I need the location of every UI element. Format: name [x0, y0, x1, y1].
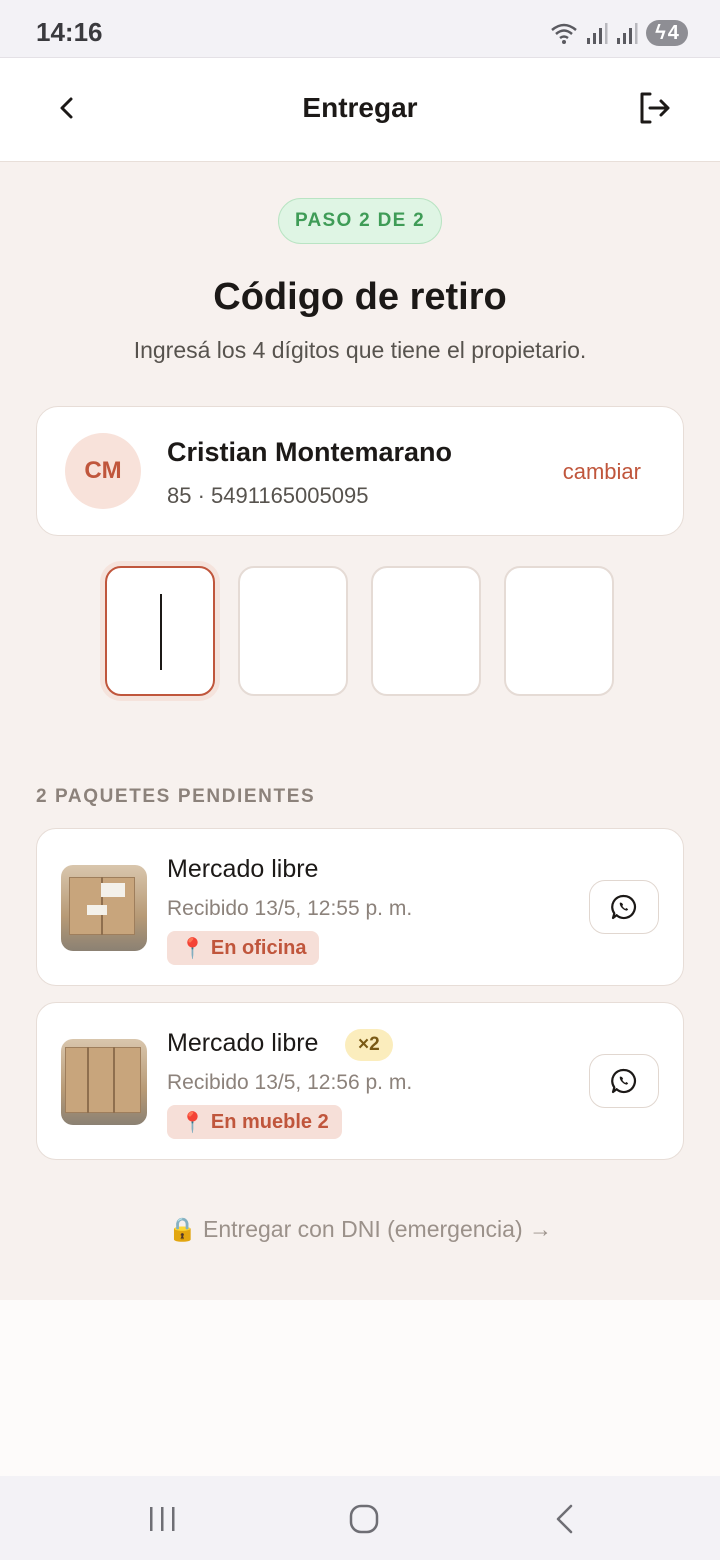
location-tag: 📍 En mueble 2 [167, 1105, 342, 1139]
whatsapp-button[interactable] [589, 1054, 659, 1108]
pin-icon: 📍 [180, 937, 205, 960]
whatsapp-icon [611, 1068, 636, 1094]
status-icons: ϟ4 [550, 20, 688, 46]
package-title: Mercado libre [167, 855, 319, 883]
avatar: CM [65, 433, 141, 509]
whatsapp-icon [611, 894, 636, 920]
recent-apps-icon[interactable] [142, 1504, 182, 1534]
packages-section-label: 2 PAQUETES PENDIENTES [36, 786, 316, 807]
status-time: 14:16 [36, 17, 103, 47]
signal-icon [617, 23, 638, 44]
owner-details: 85 · 5491165005095 [167, 483, 369, 508]
whatsapp-button[interactable] [589, 880, 659, 934]
code-digit-input-3[interactable] [371, 566, 481, 696]
logout-icon[interactable] [636, 90, 672, 126]
section-subtitle: Ingresá los 4 dígitos que tiene el propi… [133, 337, 587, 363]
back-nav-icon[interactable] [545, 1504, 585, 1534]
code-digit-input-2[interactable] [238, 566, 348, 696]
package-title: Mercado libre [167, 1029, 319, 1057]
package-received: Recibido 13/5, 12:55 p. m. [167, 897, 413, 920]
main-content: PASO 2 DE 2 Código de retiro Ingresá los… [0, 162, 720, 1300]
location-label: En oficina [210, 936, 307, 959]
dni-emergency-link[interactable]: 🔒 Entregar con DNI (emergencia) → [0, 1216, 720, 1243]
location-label: En mueble 2 [210, 1110, 329, 1133]
owner-name: Cristian Montemarano [167, 437, 453, 467]
code-digit-input-4[interactable] [504, 566, 614, 696]
package-card[interactable]: Mercado libre Recibido 13/5, 12:55 p. m.… [36, 828, 684, 986]
location-tag: 📍 En oficina [167, 931, 320, 965]
package-card[interactable]: Mercado libre ×2 Recibido 13/5, 12:56 p.… [36, 1002, 684, 1160]
section-title: Código de retiro [213, 276, 507, 318]
step-badge: PASO 2 DE 2 [278, 198, 442, 244]
battery-level: 4 [667, 21, 679, 44]
change-owner-link[interactable]: cambiar [563, 459, 641, 485]
home-icon[interactable] [343, 1504, 383, 1534]
quantity-badge: ×2 [345, 1029, 393, 1061]
package-photo [61, 865, 147, 951]
battery-charging-icon: ϟ4 [646, 20, 688, 46]
pin-icon: 📍 [180, 1111, 205, 1134]
text-caret [160, 594, 162, 670]
page-footer-area [0, 1300, 720, 1476]
package-received: Recibido 13/5, 12:56 p. m. [167, 1071, 413, 1094]
code-digit-input-1[interactable] [105, 566, 215, 696]
package-photo [61, 1039, 147, 1125]
signal-icon [587, 23, 608, 44]
app-header: Entregar [0, 58, 720, 162]
page-title: Entregar [302, 92, 418, 123]
owner-card: CM Cristian Montemarano 85 · 54911650050… [36, 406, 684, 536]
status-bar: 14:16 ϟ4 [0, 0, 720, 58]
system-nav-bar [0, 1476, 720, 1560]
wifi-icon [551, 23, 577, 44]
